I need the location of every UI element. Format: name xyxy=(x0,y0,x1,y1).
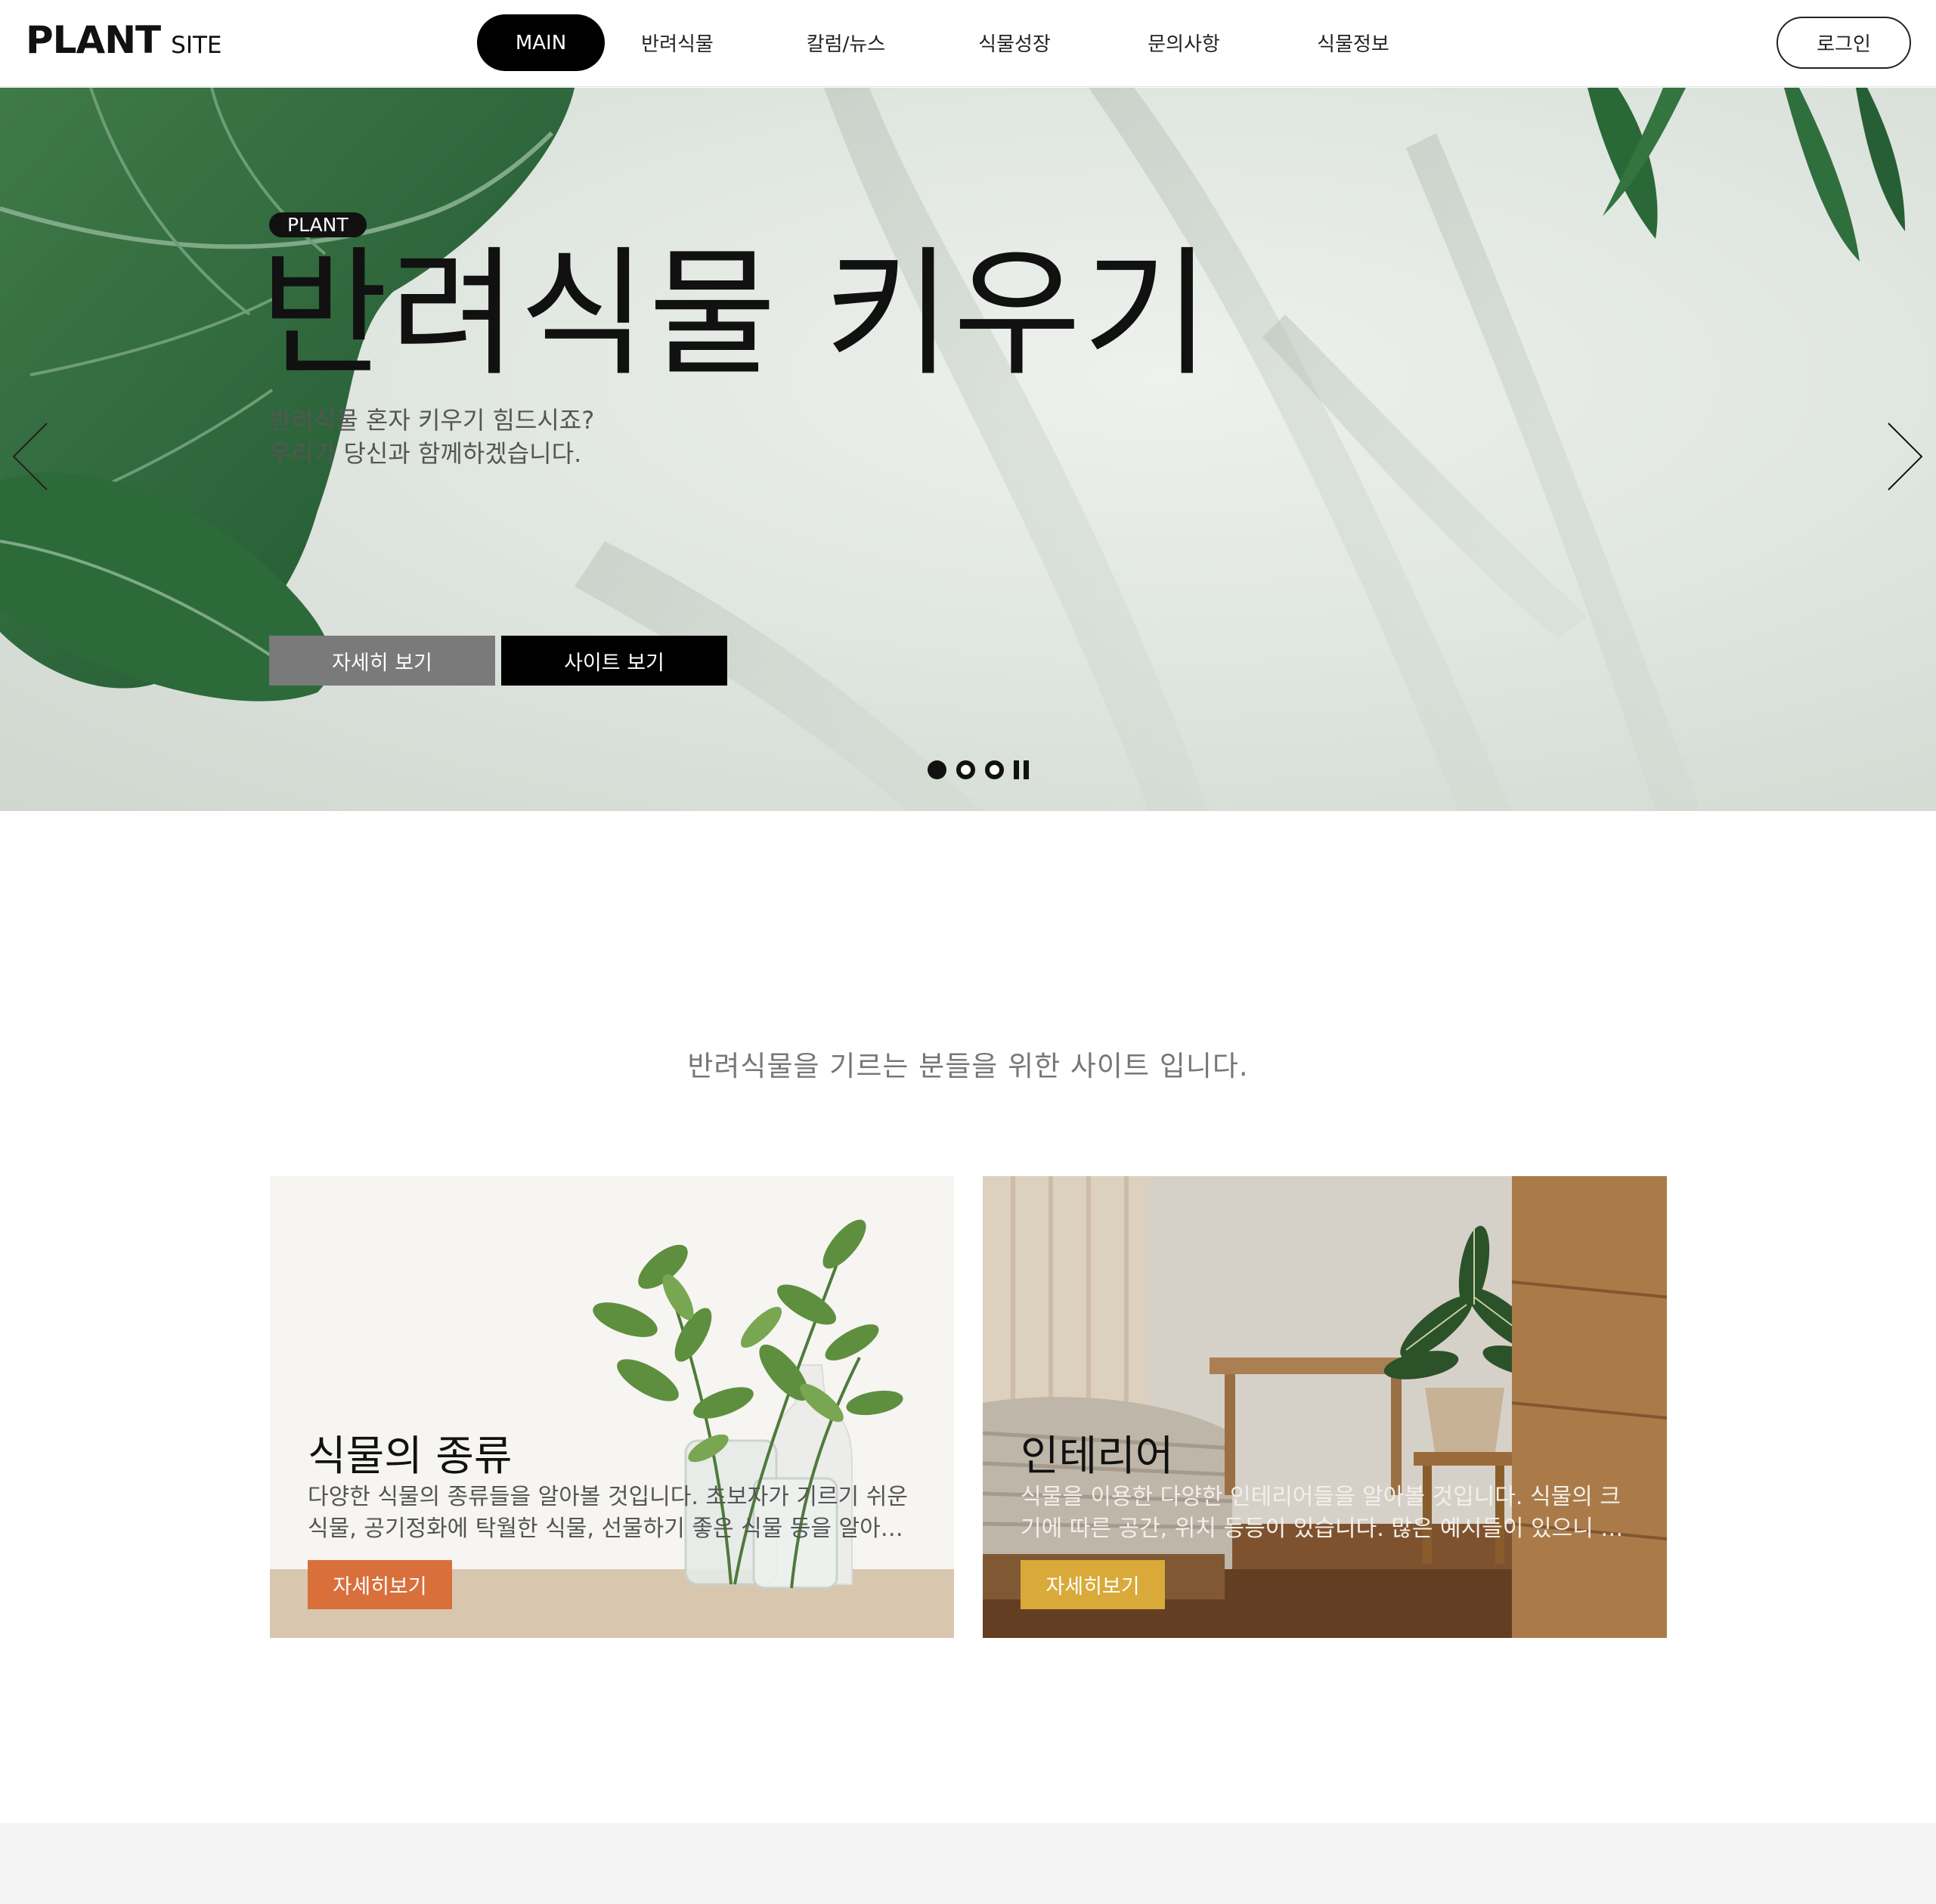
card-description: 다양한 식물의 종류들을 알아볼 것입니다. 초보자가 기르기 쉬운 식물, 공… xyxy=(308,1484,908,1542)
slide-dot-1[interactable] xyxy=(928,760,946,779)
site-logo[interactable]: PLANT SITE xyxy=(26,18,222,63)
card-description: 식물을 이용한 다양한 인테리어들을 알아볼 것입니다. 식물의 크기에 따른 … xyxy=(1021,1484,1622,1542)
card-interior: 인테리어 식물을 이용한 다양한 인테리어들을 알아볼 것입니다. 식물의 크기… xyxy=(983,1176,1667,1638)
nav-item-companion-plants[interactable]: 반려식물 xyxy=(632,14,723,71)
hero-title: 반려식물 키우기 xyxy=(260,234,1213,395)
hero-description-line-1: 반려식물 혼자 키우기 힘드시죠? xyxy=(269,406,595,435)
hero-detail-button[interactable]: 자세히 보기 xyxy=(269,636,495,686)
nav-item-plant-info[interactable]: 식물정보 xyxy=(1308,14,1399,71)
hero-site-button[interactable]: 사이트 보기 xyxy=(501,636,727,686)
logo-sub-text: SITE xyxy=(171,32,222,59)
login-button[interactable]: 로그인 xyxy=(1776,17,1911,69)
chevron-right-icon[interactable] xyxy=(1882,419,1928,494)
pause-icon[interactable] xyxy=(1014,760,1029,779)
card-title: 인테리어 xyxy=(1021,1432,1174,1480)
hero-description-line-2: 우리가 당신과 함께하겠습니다. xyxy=(269,439,582,468)
hero-description: 반려식물 혼자 키우기 힘드시죠? 우리가 당신과 함께하겠습니다. xyxy=(269,404,594,470)
nav-item-inquiry[interactable]: 문의사항 xyxy=(1138,14,1229,71)
site-header: PLANT SITE MAIN 반려식물 칼럼/뉴스 식물성장 문의사항 식물정… xyxy=(0,0,1936,87)
footer xyxy=(0,1823,1936,1904)
card-title: 식물의 종류 xyxy=(308,1432,513,1480)
card-detail-button[interactable]: 자세히보기 xyxy=(308,1560,452,1609)
nav-item-main[interactable]: MAIN xyxy=(477,14,605,71)
nav-item-column-news[interactable]: 칼럼/뉴스 xyxy=(801,14,891,71)
main-navigation: MAIN 반려식물 칼럼/뉴스 식물성장 문의사항 식물정보 xyxy=(477,14,1399,71)
slide-dot-3[interactable] xyxy=(985,760,1004,779)
nav-item-plant-growth[interactable]: 식물성장 xyxy=(969,14,1060,71)
intro-text: 반려식물을 기르는 분들을 위한 사이트 입니다. xyxy=(687,1050,1249,1082)
chevron-left-icon[interactable] xyxy=(8,419,53,494)
slide-dot-2[interactable] xyxy=(956,760,975,779)
logo-main-text: PLANT xyxy=(26,18,161,62)
hero-slider: PLANT 반려식물 키우기 반려식물 혼자 키우기 힘드시죠? 우리가 당신과… xyxy=(0,88,1936,811)
card-plant-types: 식물의 종류 다양한 식물의 종류들을 알아볼 것입니다. 초보자가 기르기 쉬… xyxy=(270,1176,954,1638)
card-detail-button[interactable]: 자세히보기 xyxy=(1021,1560,1165,1609)
slider-pagination xyxy=(928,760,1029,779)
